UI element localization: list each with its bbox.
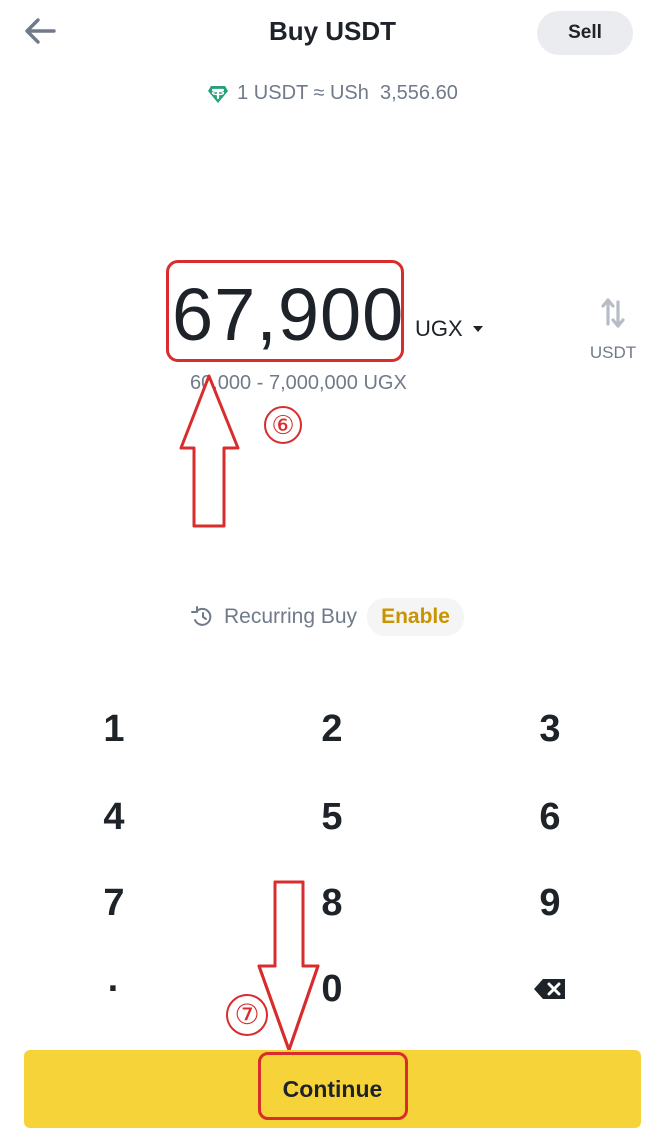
keypad-key-8[interactable]: 8 [262, 868, 402, 938]
backspace-icon [534, 979, 565, 999]
recurring-buy-icon [191, 606, 212, 626]
annotation-step-6: ⑥ [264, 406, 302, 444]
currency-selector[interactable]: UGX [415, 316, 483, 342]
currency-label: UGX [415, 316, 463, 341]
keypad-key-1[interactable]: 1 [44, 694, 184, 764]
sell-button[interactable]: Sell [537, 11, 633, 55]
keypad-key-3[interactable]: 3 [480, 694, 620, 764]
recurring-buy-label: Recurring Buy [224, 605, 358, 628]
keypad-key-backspace[interactable] [480, 954, 620, 1024]
keypad-key-2[interactable]: 2 [262, 694, 402, 764]
continue-button[interactable]: Continue [24, 1050, 641, 1128]
swap-arrows-icon [601, 298, 625, 328]
exchange-rate: 1 USDT ≈ USh 3,556.60 [0, 82, 665, 105]
enable-recurring-button[interactable]: Enable [367, 598, 464, 636]
keypad-key-9[interactable]: 9 [480, 868, 620, 938]
keypad-key-0[interactable]: 0 [262, 954, 402, 1024]
keypad-key-decimal[interactable]: · [44, 954, 184, 1024]
keypad-key-6[interactable]: 6 [480, 782, 620, 852]
annotation-highlight-amount [166, 260, 404, 362]
keypad-key-4[interactable]: 4 [44, 782, 184, 852]
swap-currency-button[interactable]: USDT [588, 296, 638, 363]
exchange-rate-text: 1 USDT ≈ USh 3,556.60 [237, 82, 458, 104]
amount-range: 60,000 - 7,000,000 UGX [190, 372, 407, 394]
caret-down-icon [472, 326, 483, 332]
annotation-step-7: ⑦ [226, 994, 268, 1036]
swap-currency-label: USDT [589, 343, 637, 362]
annotation-arrow-up [179, 374, 240, 528]
keypad-key-7[interactable]: 7 [44, 868, 184, 938]
tether-icon [208, 85, 229, 103]
recurring-buy-row: Recurring Buy Enable [190, 598, 464, 636]
keypad-key-5[interactable]: 5 [262, 782, 402, 852]
